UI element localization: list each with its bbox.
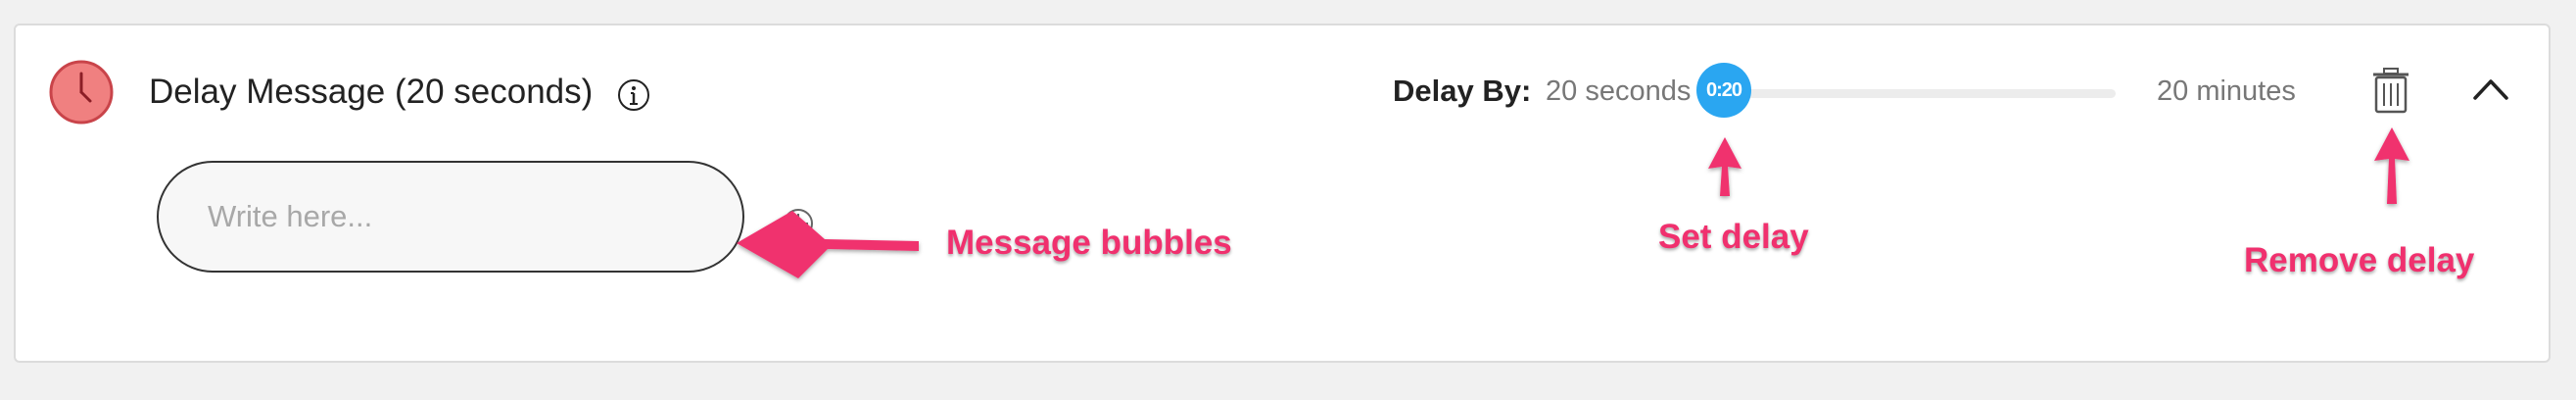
arrow-message-bubbles <box>737 211 919 278</box>
annotation-remove-delay: Remove delay <box>2244 241 2475 279</box>
annotation-message-bubbles: Message bubbles <box>946 224 1232 262</box>
arrow-remove-delay <box>2374 127 2409 204</box>
arrow-set-delay <box>1708 137 1741 196</box>
annotation-set-delay: Set delay <box>1658 218 1809 256</box>
annotation-arrows <box>737 127 2409 278</box>
